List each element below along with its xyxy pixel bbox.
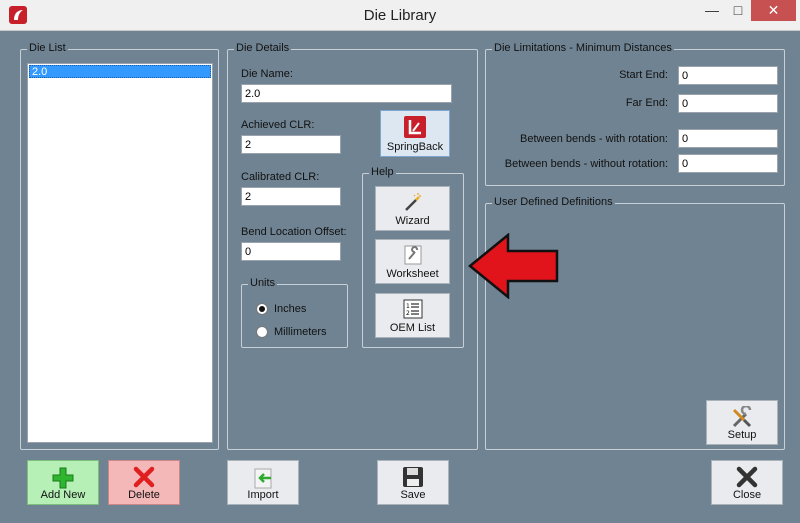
achieved-clr-label: Achieved CLR: <box>241 119 315 131</box>
oem-list-button[interactable]: 12 OEM List <box>375 293 450 338</box>
start-end-label: Start End: <box>619 69 668 81</box>
millimeters-radio[interactable] <box>256 326 268 338</box>
die-list-box[interactable]: 2.0 <box>27 63 213 443</box>
minimize-button[interactable]: — <box>699 0 725 21</box>
bend-offset-label: Bend Location Offset: <box>241 226 347 238</box>
bend-offset-input[interactable] <box>241 242 341 261</box>
import-button[interactable]: Import <box>227 460 299 505</box>
die-list-group: Die List 2.0 <box>20 42 219 450</box>
with-rotation-label: Between bends - with rotation: <box>520 133 668 145</box>
inches-label: Inches <box>274 303 307 315</box>
delete-label: Delete <box>128 489 160 501</box>
springback-button[interactable]: SpringBack <box>380 110 450 157</box>
numbered-list-icon: 12 <box>403 299 423 322</box>
springback-label: SpringBack <box>386 141 444 153</box>
magic-wand-icon <box>403 192 423 215</box>
add-new-button[interactable]: Add New <box>27 460 99 505</box>
die-limitations-group: Die Limitations - Minimum Distances Star… <box>485 42 785 186</box>
achieved-clr-input[interactable] <box>241 135 341 154</box>
delete-button[interactable]: Delete <box>108 460 180 505</box>
maximize-button[interactable]: □ <box>725 0 751 21</box>
die-name-label: Die Name: <box>241 68 293 80</box>
window-title: Die Library <box>363 7 437 24</box>
save-button[interactable]: Save <box>377 460 449 505</box>
calibrated-clr-input[interactable] <box>241 187 341 206</box>
close-label: Close <box>732 489 762 501</box>
wizard-label: Wizard <box>395 215 430 227</box>
far-end-label: Far End: <box>625 97 668 109</box>
die-limitations-label: Die Limitations - Minimum Distances <box>492 42 674 54</box>
floppy-disk-icon <box>402 466 424 491</box>
without-rotation-label: Between bends - without rotation: <box>504 158 668 170</box>
delete-x-icon <box>133 466 155 491</box>
calibrated-clr-label: Calibrated CLR: <box>241 171 320 183</box>
close-x-icon <box>736 466 758 491</box>
start-end-input[interactable] <box>678 66 778 85</box>
worksheet-icon <box>404 245 422 268</box>
add-new-label: Add New <box>40 489 86 501</box>
without-rotation-input[interactable] <box>678 154 778 173</box>
setup-button[interactable]: Setup <box>706 400 778 445</box>
title-bar: Die Library — □ ✕ <box>0 0 800 31</box>
die-name-input[interactable] <box>241 84 452 103</box>
import-label: Import <box>247 489 279 501</box>
inches-radio[interactable] <box>256 303 268 315</box>
wizard-button[interactable]: Wizard <box>375 186 450 231</box>
worksheet-label: Worksheet <box>386 268 439 280</box>
units-label: Units <box>248 277 278 289</box>
die-details-group: Die Details Die Name: Achieved CLR: Spri… <box>227 42 478 450</box>
oem-list-label: OEM List <box>389 322 436 334</box>
help-label: Help <box>369 166 396 178</box>
worksheet-button[interactable]: Worksheet <box>375 239 450 284</box>
die-list-label: Die List <box>27 42 68 54</box>
user-defined-label: User Defined Definitions <box>492 196 615 208</box>
window-close-button[interactable]: ✕ <box>751 0 796 21</box>
die-details-label: Die Details <box>234 42 292 54</box>
svg-text:1: 1 <box>406 303 410 310</box>
close-button[interactable]: Close <box>711 460 783 505</box>
far-end-input[interactable] <box>678 94 778 113</box>
svg-text:2: 2 <box>406 310 410 317</box>
millimeters-label: Millimeters <box>274 326 327 338</box>
units-group: Units Inches Millimeters <box>241 277 348 348</box>
red-arrow-icon <box>468 232 560 302</box>
with-rotation-input[interactable] <box>678 129 778 148</box>
list-item[interactable]: 2.0 <box>29 65 211 78</box>
save-label: Save <box>400 489 426 501</box>
setup-label: Setup <box>727 429 757 441</box>
help-group: Help Wizard Worksheet 12 OEM List <box>362 166 464 348</box>
springback-icon <box>404 116 426 141</box>
